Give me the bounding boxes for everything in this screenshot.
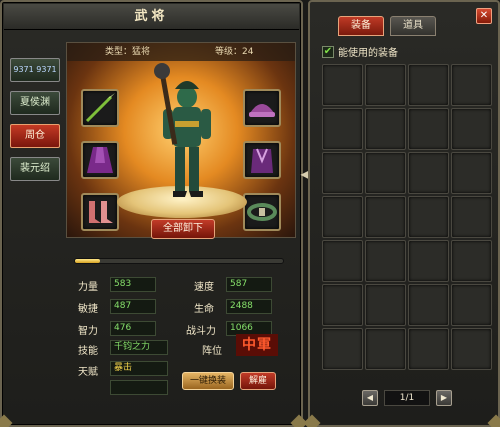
release-button[interactable]: 解雇 <box>240 372 276 390</box>
hero-figure <box>154 63 211 197</box>
inventory-slot[interactable] <box>451 284 492 326</box>
hero-panel: 武将 9371 9371 夏侯渊 周仓 裴元绍 类型：猛将 等级：24 全部卸下… <box>0 0 308 427</box>
helmet-icon <box>249 104 275 117</box>
window-title: 武将 <box>4 4 299 30</box>
boots-slot[interactable] <box>81 193 119 231</box>
inventory-slot[interactable] <box>365 328 406 370</box>
hero-item-2[interactable]: 夏侯渊 <box>10 91 60 115</box>
inventory-slot[interactable] <box>322 108 363 150</box>
inventory-slot[interactable] <box>365 196 406 238</box>
inventory-grid <box>322 64 492 370</box>
prev-page-button[interactable]: ◀ <box>362 390 378 406</box>
inventory-slot[interactable] <box>322 240 363 282</box>
intellect-label: 智力 <box>78 326 98 337</box>
helmet-slot[interactable] <box>243 89 281 127</box>
exp-bar <box>74 258 284 264</box>
hp-value: 2488 <box>226 299 272 314</box>
strength-value: 583 <box>110 277 156 292</box>
unequip-all-button[interactable]: 全部卸下 <box>151 219 215 239</box>
hp-label: 生命 <box>194 304 214 315</box>
belt-slot[interactable] <box>243 193 281 231</box>
talent-value[interactable]: 暴击 <box>110 361 168 376</box>
inventory-slot[interactable] <box>408 284 449 326</box>
armor-icon <box>251 148 273 173</box>
inventory-slot[interactable] <box>365 284 406 326</box>
inventory-slot[interactable] <box>322 328 363 370</box>
hero-item-3[interactable]: 周仓 <box>10 124 60 148</box>
hero-list: 9371 9371 夏侯渊 周仓 裴元绍 <box>10 58 62 190</box>
inventory-slot[interactable] <box>322 284 363 326</box>
agility-value: 487 <box>110 299 156 314</box>
inventory-slot[interactable] <box>322 152 363 194</box>
one-key-equip-button[interactable]: 一键换装 <box>182 372 234 390</box>
inventory-slot[interactable] <box>451 108 492 150</box>
inventory-slot[interactable] <box>451 240 492 282</box>
corner-ornament <box>303 414 321 427</box>
cloak-slot[interactable] <box>81 141 119 179</box>
power-label: 战斗力 <box>186 326 216 337</box>
inventory-slot[interactable] <box>322 64 363 106</box>
inventory-slot[interactable] <box>408 328 449 370</box>
tab-equipment[interactable]: 装备 <box>338 16 384 36</box>
inventory-slot[interactable] <box>451 64 492 106</box>
intellect-value: 476 <box>110 321 156 336</box>
formation-badge: 中軍 <box>236 334 278 356</box>
hero-level: 等级：24 <box>215 47 254 57</box>
inventory-slot[interactable] <box>322 196 363 238</box>
exp-bar-fill <box>75 259 100 263</box>
hero-item-4[interactable]: 裴元绍 <box>10 157 60 181</box>
hero-stage: 类型：猛将 等级：24 全部卸下 <box>66 42 296 239</box>
strength-label: 力量 <box>78 282 98 293</box>
inventory-slot[interactable] <box>408 240 449 282</box>
inventory-slot[interactable] <box>408 152 449 194</box>
boots-icon <box>89 201 113 223</box>
inventory-slot[interactable] <box>365 152 406 194</box>
spear-icon <box>85 93 115 123</box>
page-indicator: 1/1 <box>384 390 430 406</box>
corner-ornament <box>0 414 13 427</box>
inventory-slot[interactable] <box>408 108 449 150</box>
corner-ornament <box>487 414 500 427</box>
next-page-button[interactable]: ▶ <box>436 390 452 406</box>
speed-value: 587 <box>226 277 272 292</box>
cloak-icon <box>87 147 113 173</box>
inventory-slot[interactable] <box>451 328 492 370</box>
inventory-tabs: 装备 道具 <box>338 16 442 36</box>
inventory-slot[interactable] <box>365 64 406 106</box>
usable-filter[interactable]: ✔ 能使用的装备 <box>322 44 398 59</box>
close-button[interactable]: ✕ <box>476 8 492 24</box>
talent-label: 天赋 <box>78 367 98 378</box>
hero-type: 类型：猛将 <box>105 47 151 57</box>
agility-label: 敏捷 <box>78 304 98 315</box>
stats-area: 力量 583 速度 587 敏捷 487 生命 2488 智力 476 战斗力 … <box>70 272 300 402</box>
inventory-slot[interactable] <box>408 196 449 238</box>
skill-value[interactable]: 千钧之力 <box>110 340 168 355</box>
armor-slot[interactable] <box>243 141 281 179</box>
hero-item-1[interactable]: 9371 9371 <box>10 58 60 82</box>
talent-value-2[interactable] <box>110 380 168 395</box>
inventory-slot[interactable] <box>365 240 406 282</box>
stage-header: 类型：猛将 等级：24 <box>67 43 295 61</box>
formation-label: 阵位 <box>202 346 222 357</box>
usable-checkbox[interactable]: ✔ <box>322 45 334 58</box>
belt-icon <box>247 203 277 221</box>
inventory-panel: 装备 道具 ✕ ✔ 能使用的装备 ◀ 1/1 ▶ <box>303 0 500 427</box>
weapon-slot[interactable] <box>81 89 119 127</box>
inventory-slot[interactable] <box>451 152 492 194</box>
speed-label: 速度 <box>194 282 214 293</box>
skill-label: 技能 <box>78 346 98 357</box>
inventory-slot[interactable] <box>451 196 492 238</box>
inventory-slot[interactable] <box>365 108 406 150</box>
pager: ◀ 1/1 ▶ <box>362 390 452 406</box>
usable-filter-label: 能使用的装备 <box>338 48 398 59</box>
tab-items[interactable]: 道具 <box>390 16 436 36</box>
inventory-slot[interactable] <box>408 64 449 106</box>
